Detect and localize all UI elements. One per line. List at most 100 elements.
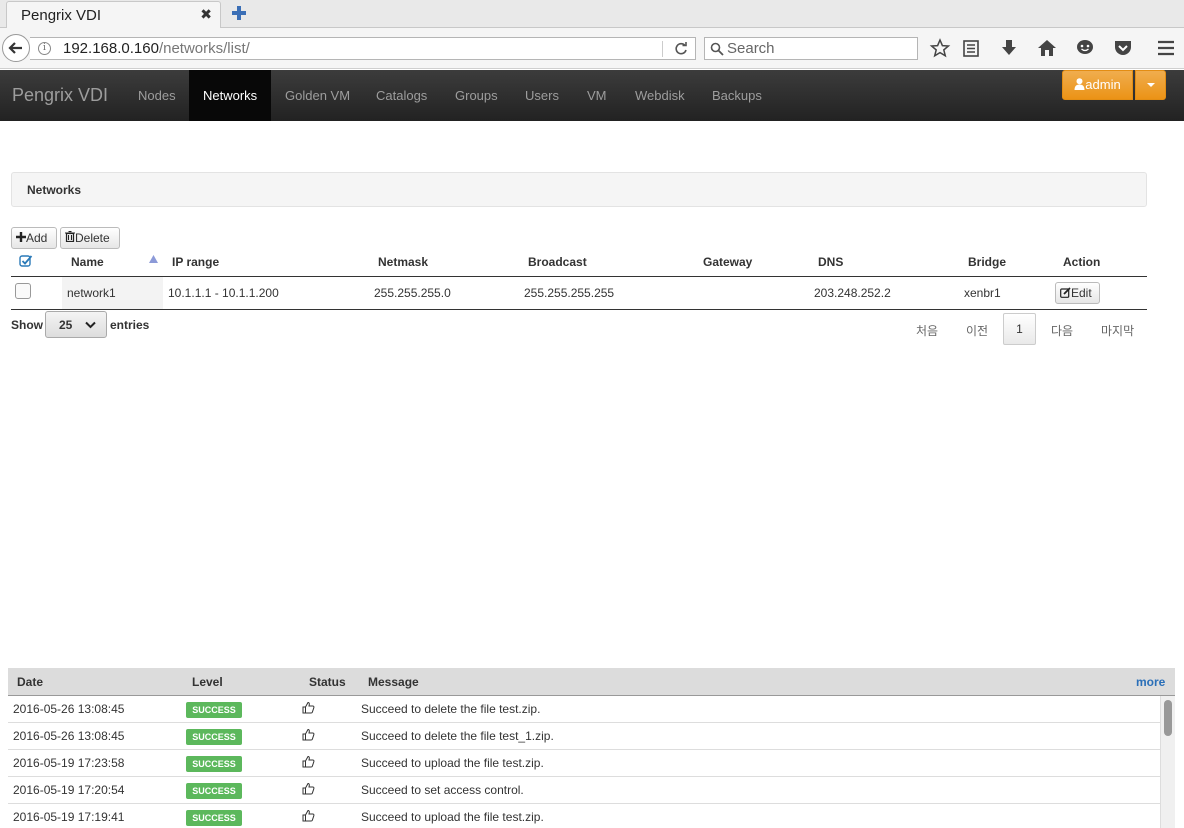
browser-search[interactable]: [704, 37, 918, 60]
page-size-select[interactable]: 25: [45, 311, 107, 338]
log-scrollbar-thumb[interactable]: [1164, 700, 1172, 736]
add-button[interactable]: Add: [11, 227, 57, 249]
url-bar[interactable]: i 192.168.0.160/networks/list/: [30, 37, 696, 60]
reading-list-icon[interactable]: [960, 38, 982, 58]
log-date: 2016-05-26 13:08:45: [13, 702, 125, 716]
col-broadcast[interactable]: Broadcast: [519, 249, 694, 277]
log-more-link[interactable]: more: [1136, 675, 1165, 689]
check-square-icon: [19, 255, 33, 267]
col-netmask[interactable]: Netmask: [369, 249, 519, 277]
menu-icon[interactable]: [1155, 38, 1177, 58]
browser-tab[interactable]: Pengrix VDI ✖: [6, 1, 221, 29]
chevron-down-icon: [85, 321, 96, 329]
log-date: 2016-05-19 17:19:41: [13, 810, 125, 824]
success-badge: SUCCESS: [186, 810, 242, 826]
row-checkbox[interactable]: [15, 283, 31, 299]
pagination-prev[interactable]: 이전: [966, 322, 988, 339]
log-row: 2016-05-19 17:23:58 SUCCESS Succeed to u…: [8, 750, 1160, 777]
nav-backups[interactable]: Backups: [698, 70, 776, 121]
pocket-icon[interactable]: [1112, 38, 1134, 58]
log-row: 2016-05-26 13:08:45 SUCCESS Succeed to d…: [8, 696, 1160, 723]
log-col-date: Date: [17, 675, 44, 689]
pagination-current-page[interactable]: 1: [1003, 313, 1036, 345]
log-message: Succeed to delete the file test_1.zip.: [361, 729, 554, 743]
info-icon[interactable]: i: [38, 42, 51, 55]
nav-nodes[interactable]: Nodes: [124, 70, 190, 121]
entries-label: entries: [110, 318, 150, 332]
cell-name: network1: [62, 276, 163, 310]
url-path: /networks/list/: [158, 40, 250, 57]
log-scrollbar[interactable]: [1160, 696, 1175, 828]
cell-netmask: 255.255.255.0: [369, 276, 519, 310]
sort-asc-icon: [149, 255, 158, 263]
thumbs-up-icon: [302, 701, 315, 714]
col-bridge[interactable]: Bridge: [959, 249, 1054, 277]
panel-heading: Networks: [11, 172, 1147, 207]
cell-action: Edit: [1054, 276, 1147, 310]
cell-dns: 203.248.252.2: [809, 276, 959, 310]
thumbs-up-icon: [302, 809, 315, 822]
success-badge: SUCCESS: [186, 783, 242, 799]
col-dns[interactable]: DNS: [809, 249, 959, 277]
browser-tab-bar: Pengrix VDI ✖: [0, 0, 1184, 29]
pagination-last[interactable]: 마지막: [1101, 322, 1134, 339]
col-ip-range-label: IP range: [172, 255, 220, 270]
delete-button[interactable]: Delete: [60, 227, 120, 249]
browser-toolbar: i 192.168.0.160/networks/list/: [0, 28, 1184, 69]
url-host: 192.168.0.160: [63, 40, 159, 57]
col-name-label: Name: [71, 255, 104, 270]
page-size-value: 25: [59, 318, 73, 332]
nav-catalogs[interactable]: Catalogs: [362, 70, 441, 121]
tab-title: Pengrix VDI: [21, 7, 102, 24]
log-message: Succeed to upload the file test.zip.: [361, 810, 544, 824]
log-row: 2016-05-26 13:08:45 SUCCESS Succeed to d…: [8, 723, 1160, 750]
nav-golden-vm[interactable]: Golden VM: [271, 70, 364, 121]
pagination-first[interactable]: 처음: [916, 322, 938, 339]
row-checkbox-cell: [11, 276, 62, 310]
chat-icon[interactable]: [1074, 38, 1096, 58]
back-button[interactable]: [2, 34, 30, 62]
select-all-checkbox[interactable]: [11, 249, 62, 277]
log-row: 2016-05-19 17:19:41 SUCCESS Succeed to u…: [8, 804, 1160, 828]
col-ip-range[interactable]: IP range: [163, 249, 369, 277]
log-col-level: Level: [192, 675, 223, 689]
nav-users[interactable]: Users: [511, 70, 573, 121]
search-input[interactable]: [727, 39, 912, 58]
app-navbar: Pengrix VDI Nodes Networks Golden VM Cat…: [0, 70, 1184, 121]
col-broadcast-label: Broadcast: [528, 255, 587, 270]
log-panel: Date Level Status Message more 2016-05-2…: [8, 668, 1175, 828]
back-arrow-icon: [8, 42, 22, 54]
nav-webdisk[interactable]: Webdisk: [621, 70, 699, 121]
admin-dropdown-toggle[interactable]: [1135, 70, 1166, 100]
bookmark-star-icon[interactable]: [929, 38, 951, 58]
add-label: Add: [26, 231, 48, 245]
cell-gateway: [694, 276, 809, 310]
download-icon[interactable]: [998, 38, 1020, 58]
home-icon[interactable]: [1036, 38, 1058, 58]
reload-icon[interactable]: [673, 41, 689, 57]
edit-icon: [1060, 286, 1071, 298]
log-col-status: Status: [309, 675, 346, 689]
log-list: 2016-05-26 13:08:45 SUCCESS Succeed to d…: [8, 696, 1160, 828]
nav-groups[interactable]: Groups: [441, 70, 512, 121]
success-badge: SUCCESS: [186, 729, 242, 745]
close-icon[interactable]: ✖: [200, 6, 212, 23]
log-header: Date Level Status Message more: [8, 668, 1175, 696]
thumbs-up-icon: [302, 728, 315, 741]
col-gateway[interactable]: Gateway: [694, 249, 809, 277]
brand-logo[interactable]: Pengrix VDI: [12, 85, 108, 106]
edit-button[interactable]: Edit: [1055, 281, 1100, 304]
col-name[interactable]: Name: [62, 249, 163, 277]
page-title: Networks: [27, 183, 82, 197]
col-netmask-label: Netmask: [378, 255, 429, 270]
new-tab-icon[interactable]: [230, 4, 248, 22]
user-icon: [1074, 78, 1085, 90]
thumbs-up-icon: [302, 755, 315, 768]
nav-networks[interactable]: Networks: [189, 70, 272, 121]
networks-table: Name IP range Netmask Broadcast Gateway …: [11, 249, 1147, 310]
pagination-next[interactable]: 다음: [1051, 322, 1073, 339]
nav-vm[interactable]: VM: [573, 70, 621, 121]
admin-user-button[interactable]: admin: [1062, 70, 1133, 100]
log-date: 2016-05-19 17:23:58: [13, 756, 125, 770]
url-text: 192.168.0.160/networks/list/: [63, 40, 250, 57]
